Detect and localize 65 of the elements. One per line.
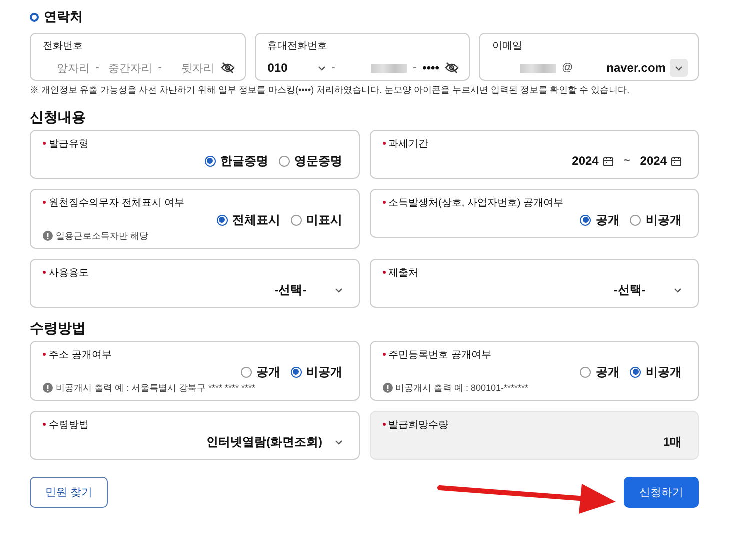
separator-text: @ <box>560 62 574 74</box>
separator-text: - <box>330 62 336 74</box>
field-label: 발급유형 <box>49 138 89 150</box>
info-icon <box>43 231 53 241</box>
radio-option[interactable]: 한글증명 <box>204 152 268 170</box>
field-label: 주민등록번호 공개여부 <box>388 348 492 362</box>
caret-icon <box>318 66 326 70</box>
caret-icon <box>674 66 683 70</box>
eye-slash-icon[interactable] <box>445 62 460 74</box>
privacy-note: ※ 개인정보 유출 가능성을 사전 차단하기 위해 일부 정보를 마스킹(••••) 처리하였습니다. 눈모양 아이콘을 누르시면 입력된 정보를 확인할 수 있습니다. <box>30 84 631 97</box>
eye-slash-icon[interactable] <box>220 62 235 74</box>
domain-value[interactable]: naver.com <box>606 61 666 75</box>
year-field[interactable]: 2024 <box>640 154 667 168</box>
quantity-value: 1매 <box>663 434 682 450</box>
field-label: 과세기간 <box>388 138 428 150</box>
separator-text: - <box>412 62 418 74</box>
info-icon <box>382 383 392 393</box>
masked-value[interactable]: •••• <box>422 61 440 75</box>
calendar-icon[interactable] <box>602 156 614 166</box>
section-title: 연락처 <box>44 8 83 26</box>
select-field[interactable]: -선택- <box>274 282 342 298</box>
field-label: 원천징수의무자 전체표시 여부 <box>49 196 185 210</box>
calendar-icon[interactable] <box>671 156 682 166</box>
radio-option[interactable]: 영문증명 <box>278 152 342 170</box>
radio-option[interactable]: 미표시 <box>290 212 342 228</box>
radio-option[interactable]: 비공개 <box>290 364 342 380</box>
section-title: 신청내용 <box>30 109 86 125</box>
caret-icon <box>334 440 342 444</box>
placeholder-text[interactable]: 뒷자리 <box>168 60 215 76</box>
radio-option[interactable]: 공개 <box>580 364 620 380</box>
radio-option[interactable]: 비공개 <box>630 364 682 380</box>
prefix-select[interactable]: 010 <box>268 61 326 75</box>
radio-option[interactable]: 공개 <box>240 364 280 380</box>
dropdown-button[interactable] <box>670 59 688 77</box>
hint-text: 비공개시 출력 예 : 서울특별시 강북구 **** **** **** <box>56 382 256 394</box>
placeholder-text[interactable]: 앞자리 <box>43 60 90 76</box>
field-label: 사용용도 <box>49 266 89 280</box>
field-label: 휴대전화번호 <box>268 40 329 54</box>
placeholder-text[interactable]: 중간자리 <box>105 60 152 76</box>
radio-option[interactable]: 비공개 <box>630 212 682 228</box>
separator-text: - <box>157 62 163 74</box>
field-label: 이메일 <box>492 40 524 54</box>
field-label: 제출처 <box>388 266 418 280</box>
hint-text: 일용근로소득자만 해당 <box>56 230 149 242</box>
range-separator: ~ <box>622 155 632 167</box>
field-label: 수령방법 <box>49 418 89 432</box>
select-field[interactable]: -선택- <box>614 282 682 298</box>
search-button[interactable]: 민원 찾기 <box>30 477 108 508</box>
select-field[interactable]: 인터넷열람(화면조회) <box>206 434 342 450</box>
year-field[interactable]: 2024 <box>572 154 599 168</box>
hint-text: 비공개시 출력 예 : 800101-******* <box>396 382 529 394</box>
field-label: 전화번호 <box>43 40 84 54</box>
submit-button[interactable]: 신청하기 <box>624 477 699 508</box>
field-label: 소득발생처(상호, 사업자번호) 공개여부 <box>388 196 564 210</box>
caret-icon <box>334 288 342 292</box>
field-label: 주소 공개여부 <box>49 348 112 362</box>
blurred-value <box>370 64 407 72</box>
blurred-value <box>520 64 556 72</box>
field-label: 발급희망수량 <box>388 418 448 432</box>
separator-text: - <box>94 62 100 74</box>
caret-icon <box>674 288 682 292</box>
info-icon <box>43 383 53 393</box>
radio-option[interactable]: 공개 <box>580 212 620 228</box>
section-title: 수령방법 <box>30 320 86 336</box>
radio-option[interactable]: 전체표시 <box>216 212 280 228</box>
